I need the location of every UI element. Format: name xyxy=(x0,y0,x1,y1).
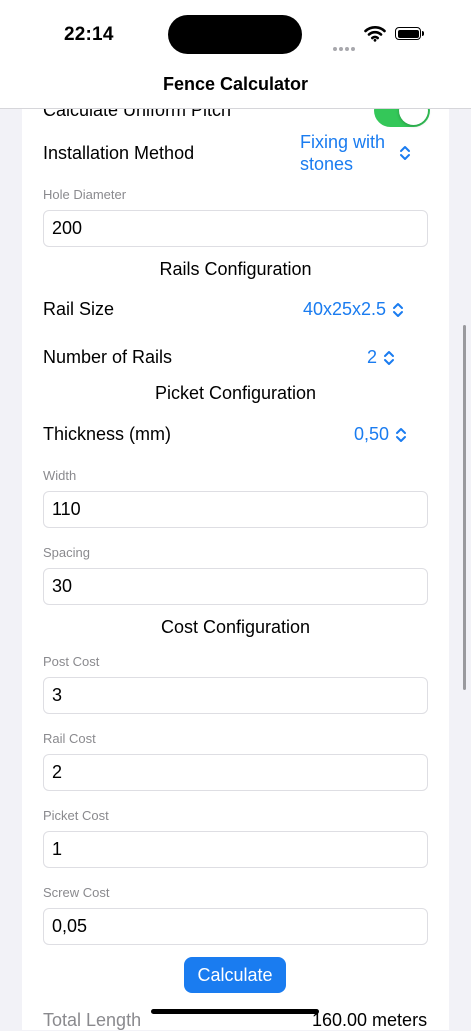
spacing-input[interactable] xyxy=(43,568,428,605)
number-of-rails-picker[interactable]: 2 xyxy=(367,347,395,368)
status-time: 22:14 xyxy=(64,24,114,45)
page-title: Fence Calculator xyxy=(162,74,309,94)
wifi-icon xyxy=(364,26,386,42)
scroll-indicator[interactable] xyxy=(463,325,466,690)
total-length-label: Total Length xyxy=(43,1010,142,1030)
home-indicator[interactable] xyxy=(151,1009,319,1014)
rail-size-picker[interactable]: 40x25x2.5 xyxy=(303,299,404,320)
rail-size-label: Rail Size xyxy=(43,299,115,319)
picket-cost-label: Picket Cost xyxy=(43,808,109,823)
width-label: Width xyxy=(43,468,77,483)
post-cost-input[interactable] xyxy=(43,677,428,714)
spacing-label: Spacing xyxy=(43,545,90,560)
cost-section-title: Cost Configuration xyxy=(160,617,311,637)
battery-icon xyxy=(395,27,424,40)
installation-method-picker[interactable]: Fixing with stones xyxy=(300,131,430,175)
status-bar: 22:14 xyxy=(0,0,471,70)
thickness-value: 0,50 xyxy=(354,424,390,444)
screw-cost-label: Screw Cost xyxy=(43,885,110,900)
picket-cost-input[interactable] xyxy=(43,831,428,868)
rail-cost-input[interactable] xyxy=(43,754,428,791)
number-of-rails-label: Number of Rails xyxy=(43,347,173,367)
chevron-up-down-icon xyxy=(384,350,395,365)
width-input[interactable] xyxy=(43,491,428,528)
hole-diameter-input[interactable] xyxy=(43,210,428,247)
installation-method-value-line1: Fixing with xyxy=(300,132,386,152)
rail-size-value: 40x25x2.5 xyxy=(303,299,387,319)
rails-section-title: Rails Configuration xyxy=(159,259,312,279)
total-length-value: 160.00 meters xyxy=(312,1010,428,1030)
installation-method-label: Installation Method xyxy=(43,143,195,163)
chevron-up-down-icon xyxy=(393,302,404,317)
thickness-picker[interactable]: 0,50 xyxy=(354,424,407,445)
chevron-up-down-icon xyxy=(400,146,411,160)
screw-cost-input[interactable] xyxy=(43,908,428,945)
form-content: Calculate Uniform Pitch Installation Met… xyxy=(0,0,471,1030)
picket-section-title: Picket Configuration xyxy=(154,383,317,403)
navigation-bar: Fence Calculator xyxy=(0,70,471,109)
number-of-rails-value: 2 xyxy=(367,347,378,367)
chevron-up-down-icon xyxy=(396,427,407,442)
dynamic-island xyxy=(168,15,302,54)
cellular-signal-icon xyxy=(333,38,357,56)
installation-method-value-line2: stones xyxy=(300,154,354,174)
calculate-button[interactable]: Calculate xyxy=(184,957,286,993)
thickness-label: Thickness (mm) xyxy=(43,424,172,444)
post-cost-label: Post Cost xyxy=(43,654,100,669)
hole-diameter-label: Hole Diameter xyxy=(43,187,127,202)
rail-cost-label: Rail Cost xyxy=(43,731,96,746)
